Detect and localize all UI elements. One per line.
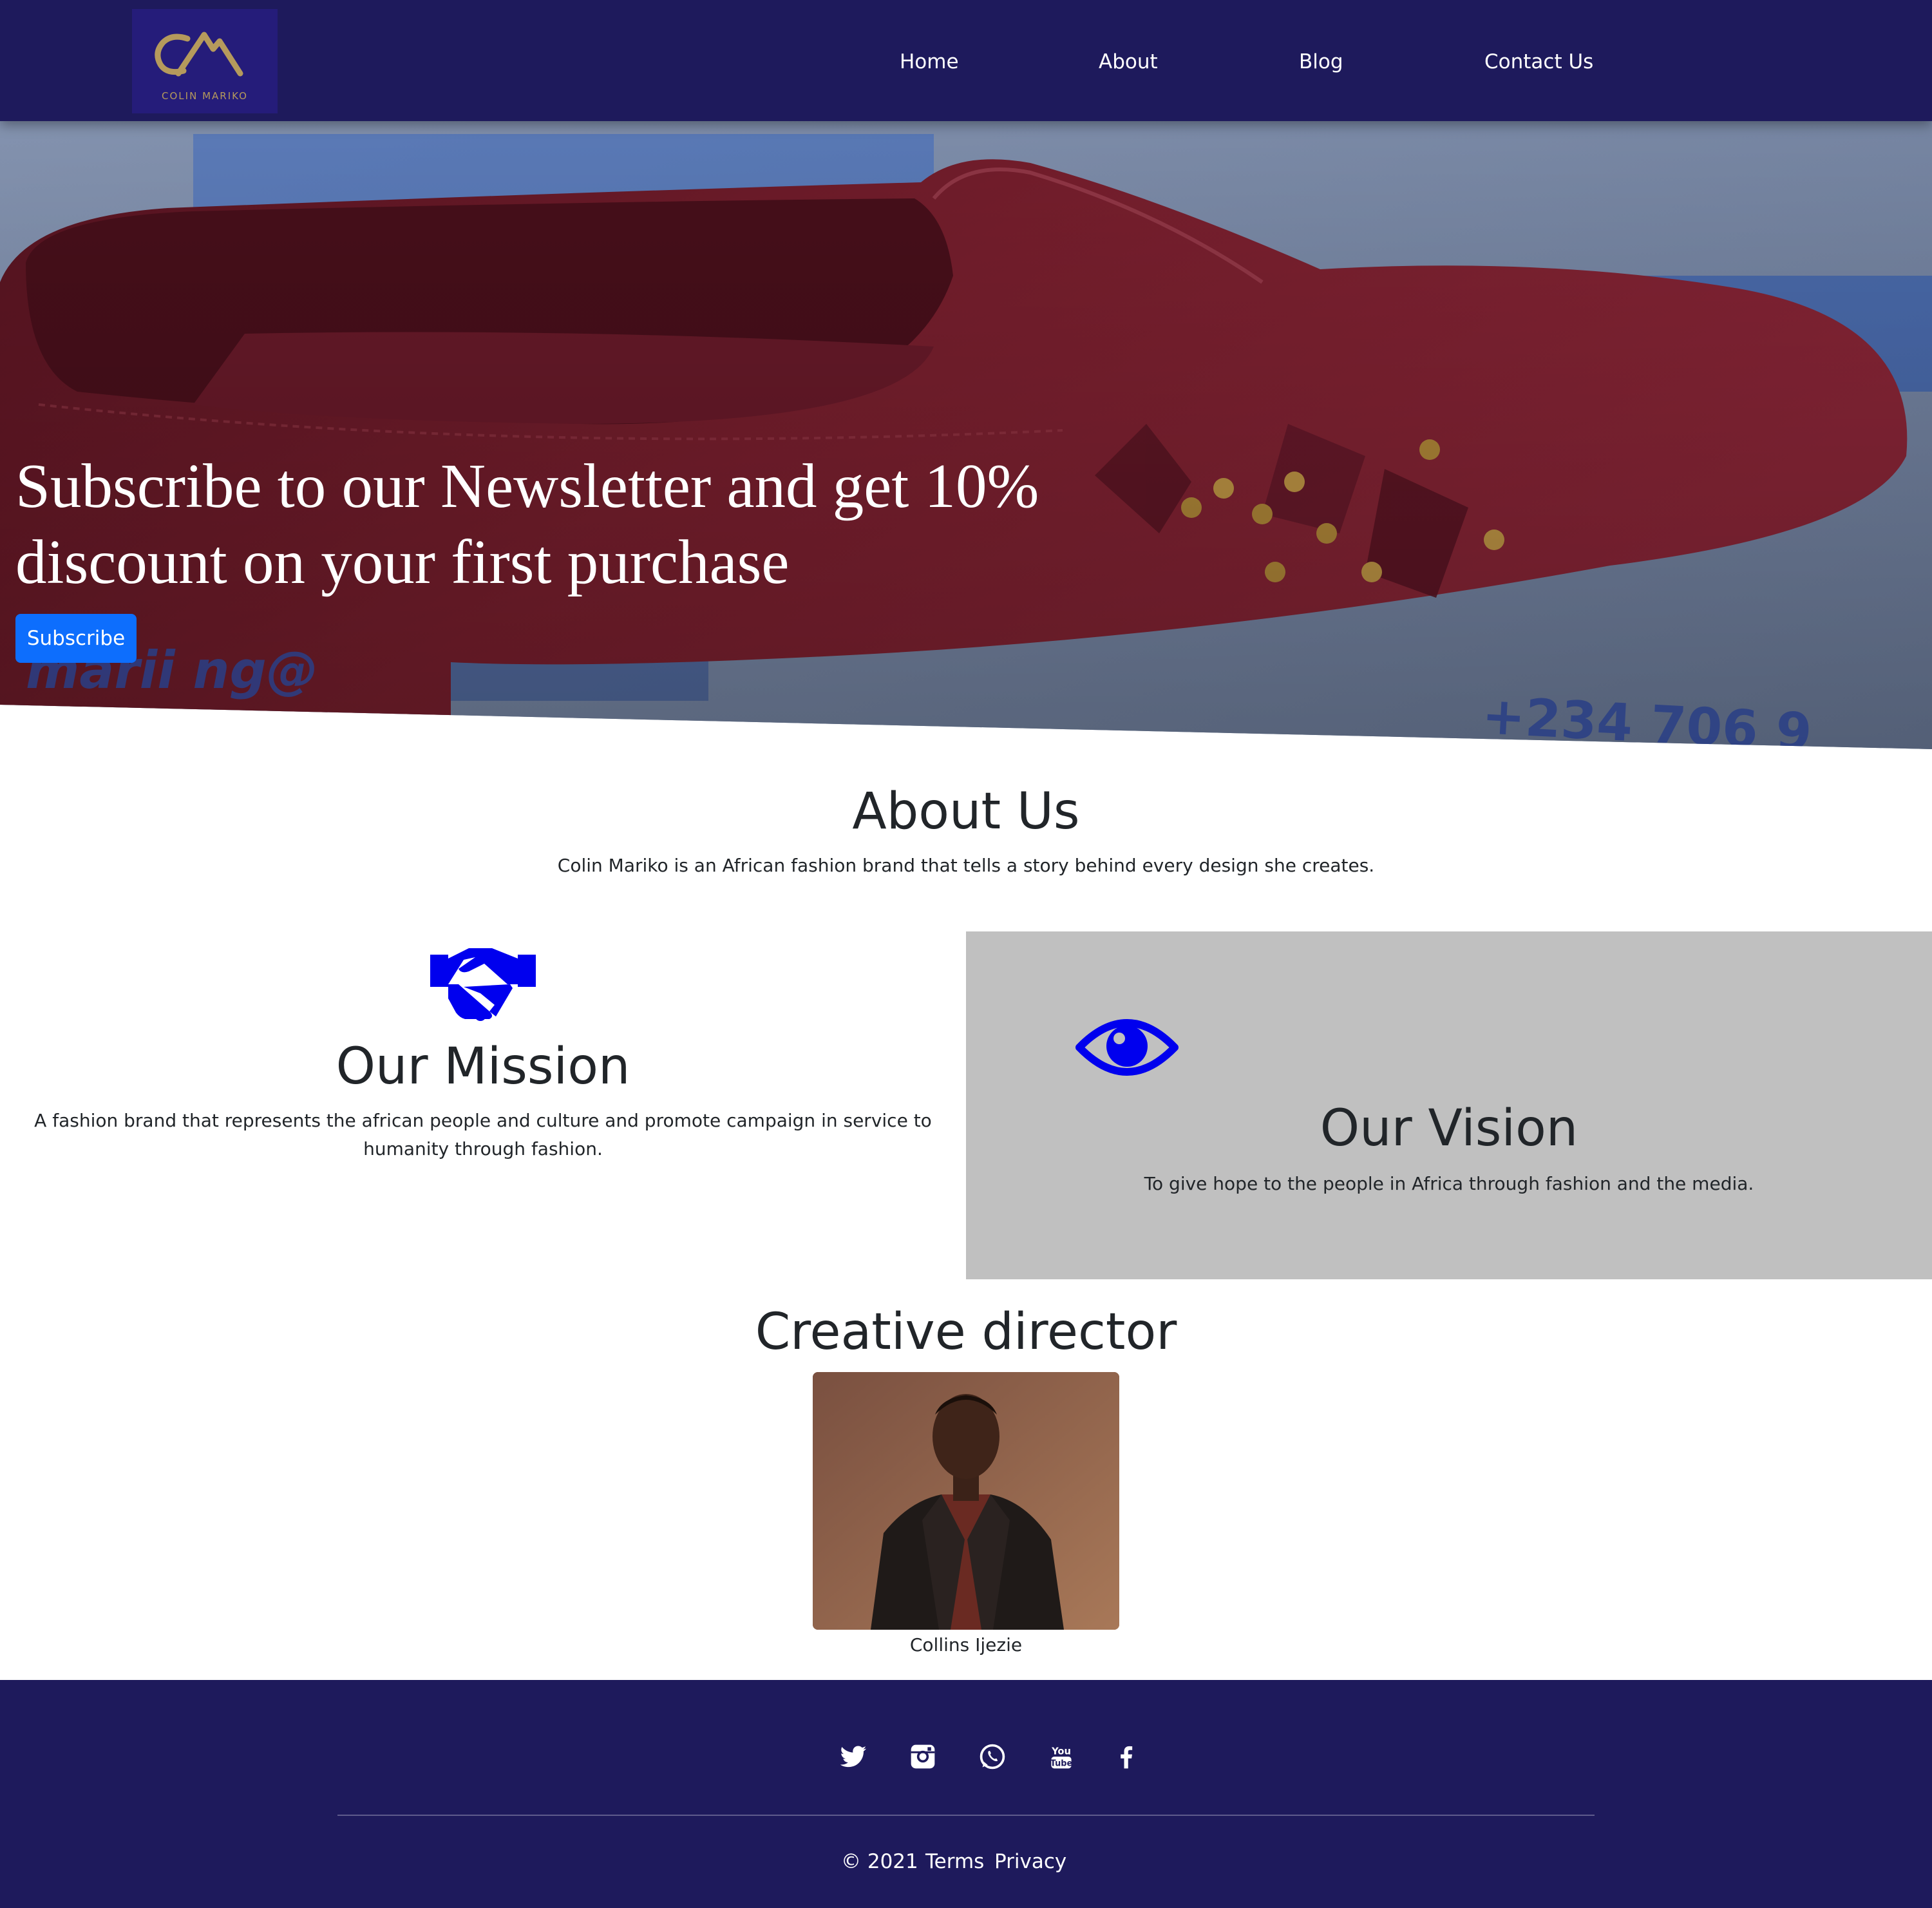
- vision-title: Our Vision: [1320, 1100, 1578, 1158]
- svg-text:You: You: [1051, 1746, 1071, 1757]
- nav-contact-us[interactable]: Contact Us: [1484, 46, 1593, 77]
- footer-divider: [337, 1815, 1595, 1816]
- whatsapp-icon[interactable]: [978, 1742, 1007, 1771]
- hero-banner: marii ng@ +234 706 9 Subscribe to our Ne…: [0, 121, 1932, 749]
- footer-terms-link[interactable]: Terms: [925, 1846, 984, 1877]
- vision-text: To give hope to the people in Africa thr…: [1144, 1173, 1754, 1194]
- facebook-icon[interactable]: [1112, 1742, 1141, 1771]
- nav-blog[interactable]: Blog: [1299, 46, 1343, 77]
- instagram-icon[interactable]: [909, 1742, 937, 1771]
- mission-title: Our Mission: [336, 1038, 630, 1096]
- director-title: Creative director: [755, 1303, 1177, 1361]
- youtube-icon[interactable]: You Tube: [1047, 1742, 1075, 1771]
- brand-logo[interactable]: COLIN MARIKO: [132, 9, 278, 113]
- director-portrait: [813, 1372, 1119, 1630]
- navbar: COLIN MARIKO Home About Blog Contact Us: [0, 0, 1932, 121]
- logo-text: COLIN MARIKO: [162, 90, 248, 102]
- eye-icon: [1075, 1019, 1179, 1076]
- director-name: Collins Ijezie: [909, 1634, 1023, 1655]
- logo-mark: COLIN MARIKO: [155, 32, 248, 102]
- hero-title: Subscribe to our Newsletter and get 10% …: [15, 452, 1039, 596]
- nav-about[interactable]: About: [1099, 46, 1158, 77]
- director-photo: [813, 1372, 1119, 1630]
- subscribe-button[interactable]: Subscribe: [15, 614, 137, 663]
- twitter-icon[interactable]: [839, 1742, 867, 1771]
- nav-home[interactable]: Home: [900, 46, 959, 77]
- hero-shoe-image: marii ng@ +234 706 9: [0, 121, 1932, 749]
- about-text: Colin Mariko is an African fashion brand…: [557, 855, 1375, 876]
- mission-section: [0, 931, 966, 1279]
- footer-copyright: © 2021: [841, 1850, 918, 1873]
- footer-privacy-link[interactable]: Privacy: [994, 1846, 1066, 1877]
- mission-text: A fashion brand that represents the afri…: [34, 1110, 932, 1159]
- about-title: About Us: [852, 783, 1080, 841]
- handshake-icon: [430, 948, 536, 1021]
- svg-text:Tube: Tube: [1050, 1759, 1073, 1769]
